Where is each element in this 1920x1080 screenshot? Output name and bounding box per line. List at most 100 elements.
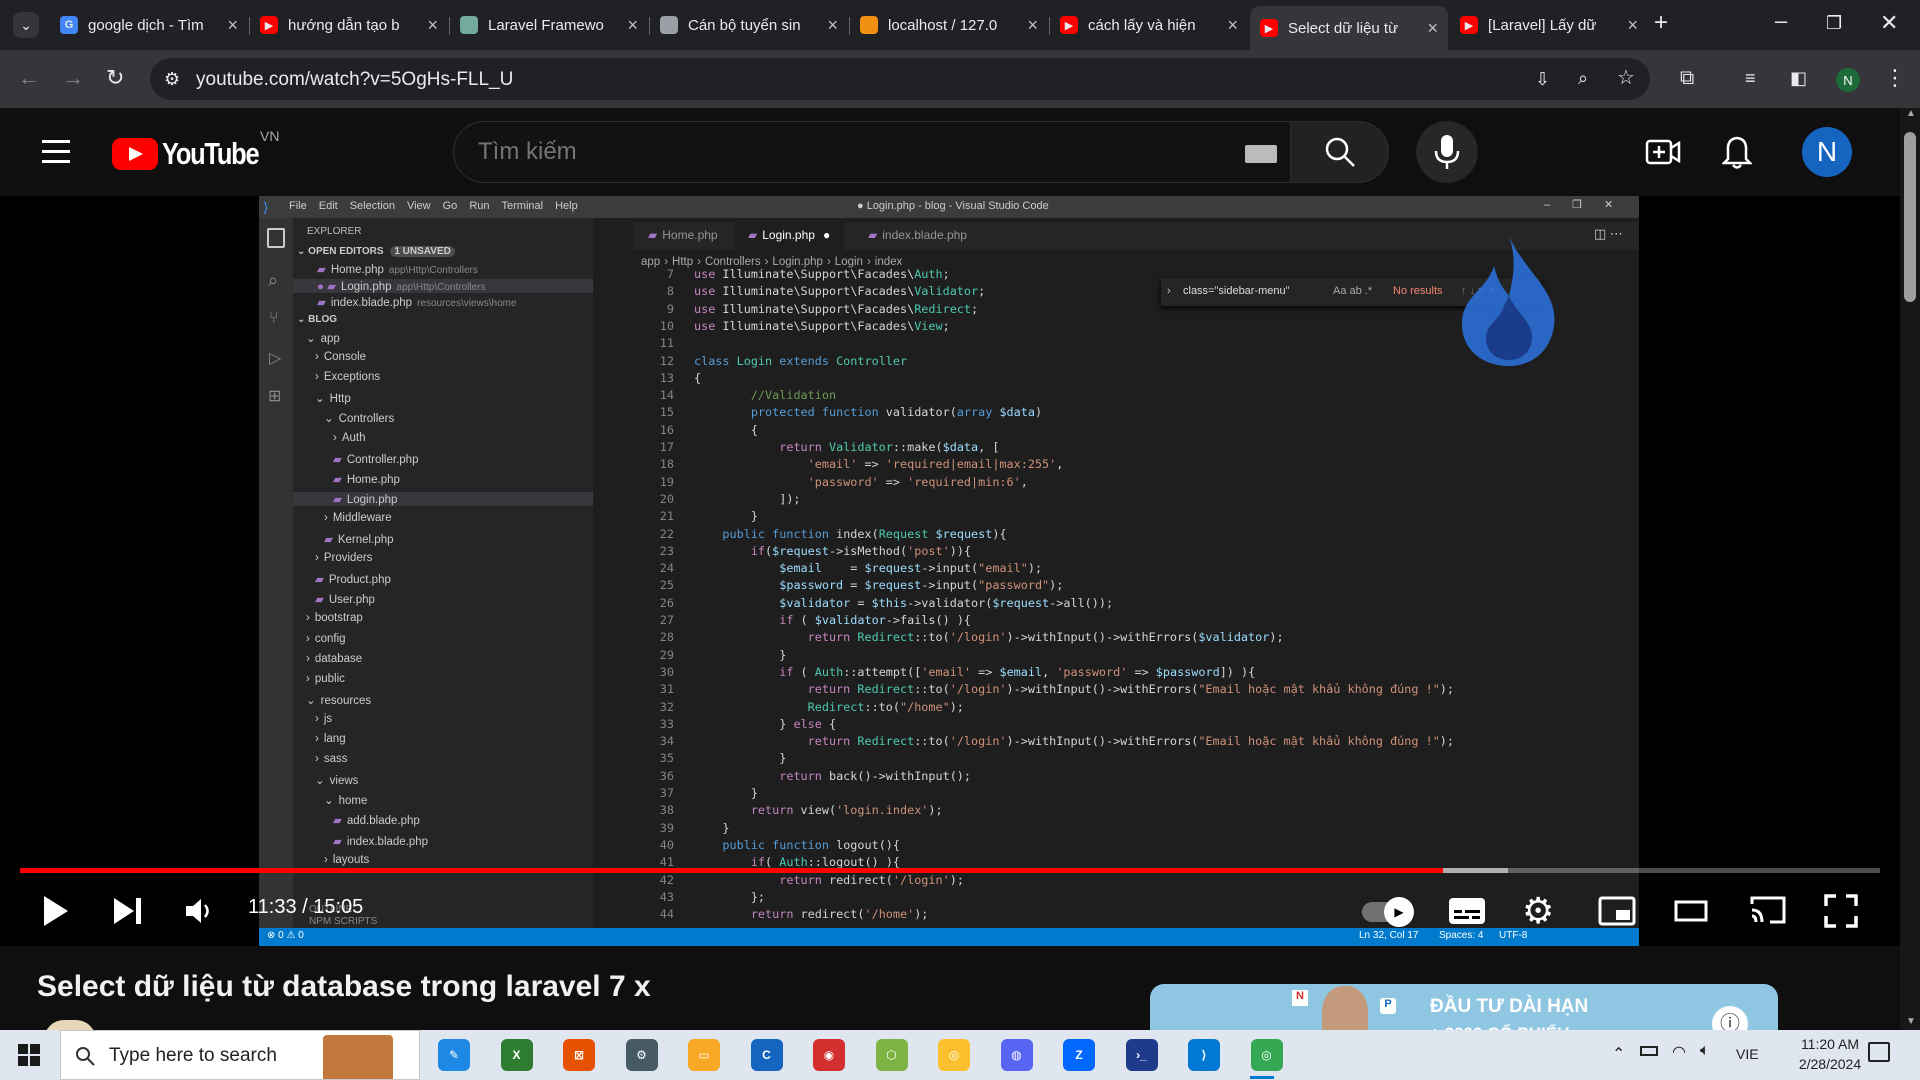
clock-date[interactable]: 2/28/2024 xyxy=(1785,1056,1875,1072)
scroll-down-arrow-icon[interactable]: ▼ xyxy=(1906,1016,1916,1027)
youtube-logo[interactable]: YouTube xyxy=(112,136,280,172)
next-video-icon[interactable] xyxy=(112,896,144,926)
minimize-icon[interactable]: – xyxy=(1775,10,1787,32)
wifi-icon[interactable]: ◠ xyxy=(1672,1042,1686,1062)
back-icon[interactable]: ← xyxy=(18,67,40,89)
devc-icon[interactable]: C xyxy=(750,1039,783,1071)
create-video-icon[interactable] xyxy=(1645,138,1681,166)
tree-item: ⌄ Controllers xyxy=(293,411,593,425)
cast-icon[interactable] xyxy=(1748,894,1788,926)
line-number: 11 xyxy=(659,336,674,351)
autoplay-toggle[interactable]: ▶ xyxy=(1362,897,1414,927)
fullscreen-icon[interactable] xyxy=(1824,894,1858,928)
tab-close-icon[interactable]: × xyxy=(1427,18,1438,39)
site-info-icon[interactable]: ⚙ xyxy=(164,68,180,90)
php-file-icon: ▰ xyxy=(333,473,342,486)
explorer-icon[interactable]: ▭ xyxy=(688,1039,720,1071)
clock-time[interactable]: 11:20 AM xyxy=(1785,1036,1875,1052)
theater-mode-icon[interactable] xyxy=(1674,900,1708,922)
tab-close-icon[interactable]: × xyxy=(627,15,638,36)
settings-icon[interactable]: ⚙ xyxy=(625,1039,658,1071)
restore-icon[interactable]: ❐ xyxy=(1826,12,1842,34)
globe-icon xyxy=(660,16,678,34)
taskbar-search-box[interactable]: Type here to search xyxy=(60,1030,420,1080)
chevron-down-icon: ⌄ xyxy=(315,775,325,788)
scroll-up-arrow-icon[interactable]: ▲ xyxy=(1906,108,1916,119)
search-input[interactable] xyxy=(478,136,1178,168)
tree-item: ⌄ app xyxy=(293,331,593,345)
account-avatar[interactable]: N xyxy=(1802,127,1852,177)
subtitles-icon[interactable] xyxy=(1448,896,1486,926)
played-bar xyxy=(20,868,1443,873)
discord-icon[interactable]: ◍ xyxy=(1000,1039,1033,1071)
play-icon[interactable] xyxy=(40,894,70,928)
app-hex-icon[interactable]: ⬡ xyxy=(875,1039,908,1071)
forward-icon[interactable]: → xyxy=(62,67,84,89)
new-tab-icon[interactable]: + xyxy=(1654,11,1668,35)
side-panel-icon[interactable]: ◧ xyxy=(1790,67,1807,89)
miniplayer-icon[interactable] xyxy=(1598,896,1636,926)
php-file-icon: ▰ xyxy=(333,493,342,506)
editor-tab: ▰ Login.php ● xyxy=(734,222,845,250)
video-progress-bar[interactable] xyxy=(20,868,1880,873)
tab-close-icon[interactable]: × xyxy=(1627,15,1638,36)
line-number: 37 xyxy=(659,786,674,800)
chrome-profile-icon[interactable]: ◎ xyxy=(1250,1039,1283,1071)
notifications-bell-icon[interactable] xyxy=(1722,135,1752,169)
php-file-icon: ● ▰ xyxy=(317,280,336,293)
reload-icon[interactable]: ↻ xyxy=(106,67,124,89)
xampp-icon[interactable]: ⊠ xyxy=(563,1039,595,1071)
tab-close-icon[interactable]: × xyxy=(827,15,838,36)
input-language[interactable]: VIE xyxy=(1736,1046,1759,1062)
settings-gear-icon[interactable]: ⚙ xyxy=(1522,890,1554,932)
browser-tab[interactable]: ▶ hướng dẫn tạo b × xyxy=(250,8,448,42)
close-window-icon[interactable]: ✕ xyxy=(1880,12,1898,34)
speaker-icon[interactable]: 🔈︎ xyxy=(1700,1042,1710,1060)
profile-avatar[interactable]: N xyxy=(1836,68,1860,92)
hamburger-menu-icon[interactable] xyxy=(42,140,70,163)
line-number: 25 xyxy=(659,578,674,593)
voice-search-button[interactable] xyxy=(1416,121,1478,183)
page-scrollbar[interactable]: ▲ ▼ xyxy=(1900,108,1920,1030)
notification-center-icon[interactable] xyxy=(1868,1042,1890,1062)
chrome-icon[interactable]: ◎ xyxy=(938,1039,970,1071)
php-file-icon: ▰ xyxy=(333,815,342,828)
tab-search-icon[interactable]: ⌄ xyxy=(13,12,39,38)
browser-tab[interactable]: Cán bộ tuyển sin × xyxy=(650,8,848,42)
powershell-icon[interactable]: ›_ xyxy=(1125,1039,1158,1071)
browser-tab[interactable]: Ggoogle dịch - Tìm × xyxy=(50,8,248,42)
browser-tab[interactable]: localhost / 127.0 × xyxy=(850,8,1048,42)
battery-icon[interactable] xyxy=(1640,1046,1658,1056)
scroll-thumb[interactable] xyxy=(1904,132,1916,302)
windows-start-icon[interactable] xyxy=(18,1044,40,1066)
keyboard-icon[interactable] xyxy=(1245,145,1277,163)
url-text[interactable]: youtube.com/watch?v=5OgHs-FLL_U xyxy=(196,69,513,91)
search-button[interactable] xyxy=(1291,121,1389,183)
excel-icon[interactable]: X xyxy=(500,1039,533,1071)
video-player[interactable]: ⟩ File Edit Selection View Go Run Terminal Help… xyxy=(0,196,1900,946)
tab-close-icon[interactable]: × xyxy=(427,15,438,36)
extensions-icon[interactable]: ⧉ xyxy=(1680,67,1694,89)
browser-tab[interactable]: ▶ cách lấy và hiện × xyxy=(1050,8,1248,42)
volume-icon[interactable] xyxy=(184,896,214,926)
browser-tab[interactable]: Laravel Framewo × xyxy=(450,8,648,42)
browser-tab[interactable]: ▶ Select dữ liệu từ × xyxy=(1250,6,1448,50)
bookmark-star-icon[interactable]: ☆ xyxy=(1617,67,1635,89)
search-box[interactable] xyxy=(453,121,1291,183)
paint-icon[interactable]: ✎ xyxy=(438,1039,470,1071)
line-number: 12 xyxy=(659,353,674,368)
app-red-icon[interactable]: ◉ xyxy=(813,1039,845,1071)
chrome-menu-icon[interactable]: ⋮ xyxy=(1884,67,1906,89)
tree-item: ▰ Product.php xyxy=(293,572,593,586)
tab-close-icon[interactable]: × xyxy=(1027,15,1038,36)
vscode-icon[interactable]: ⟩ xyxy=(1188,1039,1220,1071)
tab-close-icon[interactable]: × xyxy=(227,15,238,36)
tray-chevron-icon[interactable]: ⌃ xyxy=(1612,1044,1625,1064)
zoom-icon[interactable]: ⌕ xyxy=(1578,67,1588,89)
tab-close-icon[interactable]: × xyxy=(1227,15,1238,36)
browser-tab[interactable]: ▶ [Laravel] Lấy dữ × xyxy=(1450,8,1648,42)
media-controls-icon[interactable]: ≡ xyxy=(1745,67,1756,89)
install-app-icon[interactable]: ⇩ xyxy=(1535,68,1550,90)
address-bar[interactable]: ⚙ youtube.com/watch?v=5OgHs-FLL_U ⇩ ⌕ ☆ xyxy=(150,58,1650,100)
zalo-icon[interactable]: Z xyxy=(1063,1039,1095,1071)
